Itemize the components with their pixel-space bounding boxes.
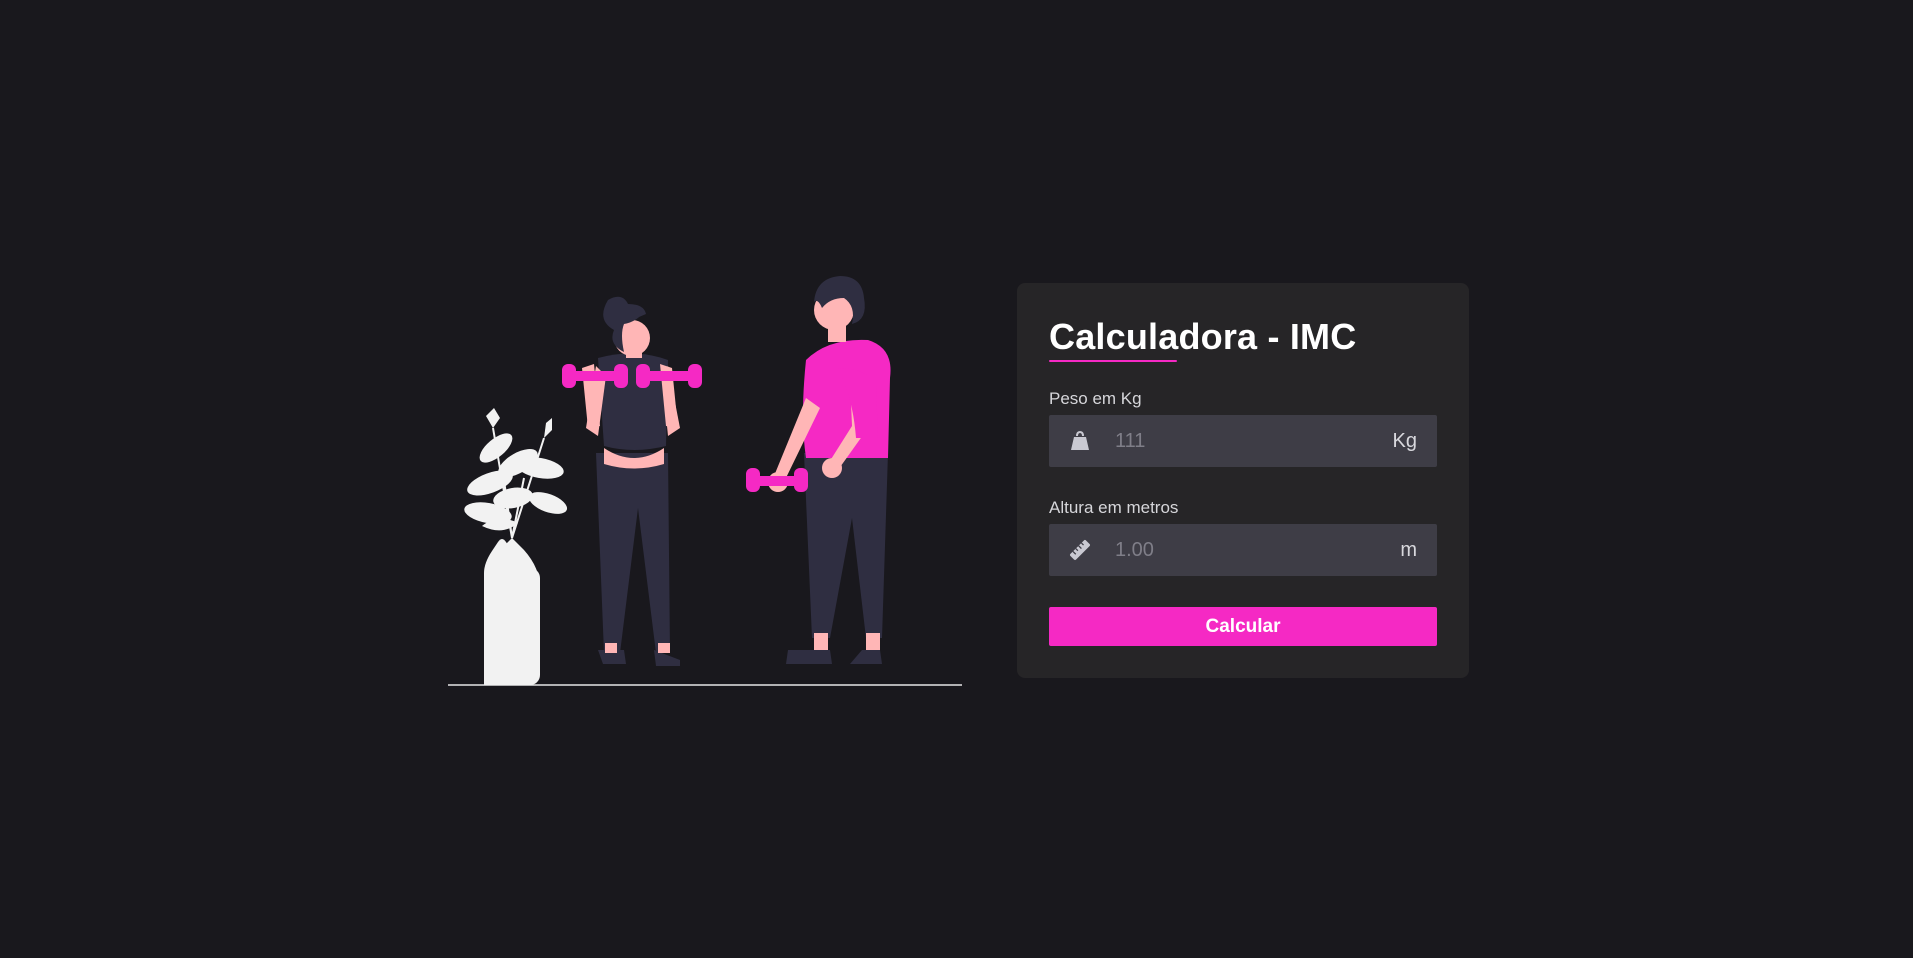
page: Calculadora - IMC Peso em Kg Kg Altura e… xyxy=(0,0,1913,958)
weight-input[interactable] xyxy=(1115,415,1355,467)
weight-icon xyxy=(1071,430,1089,450)
weight-label: Peso em Kg xyxy=(1049,389,1142,408)
title-underline xyxy=(1049,360,1177,362)
plant-icon xyxy=(464,408,568,685)
height-label: Altura em metros xyxy=(1049,498,1179,517)
height-input[interactable] xyxy=(1115,524,1355,576)
height-unit: m xyxy=(1400,539,1417,561)
imc-calculator-card: Calculadora - IMC Peso em Kg Kg Altura e… xyxy=(1017,283,1469,678)
ruler-icon xyxy=(1070,540,1090,560)
calculate-button[interactable]: Calcular xyxy=(1049,607,1437,646)
weight-field: Peso em Kg Kg xyxy=(1049,389,1437,467)
fitness-illustration xyxy=(448,268,962,688)
page-title: Calculadora - IMC xyxy=(1049,316,1357,357)
weight-input-box[interactable]: Kg xyxy=(1049,415,1437,467)
man-figure-icon xyxy=(746,276,891,664)
height-input-box[interactable]: m xyxy=(1049,524,1437,576)
height-field: Altura em metros m xyxy=(1049,498,1437,576)
title-wrap: Calculadora - IMC xyxy=(1049,316,1357,362)
woman-figure-icon xyxy=(562,296,702,666)
weight-unit: Kg xyxy=(1392,430,1417,452)
